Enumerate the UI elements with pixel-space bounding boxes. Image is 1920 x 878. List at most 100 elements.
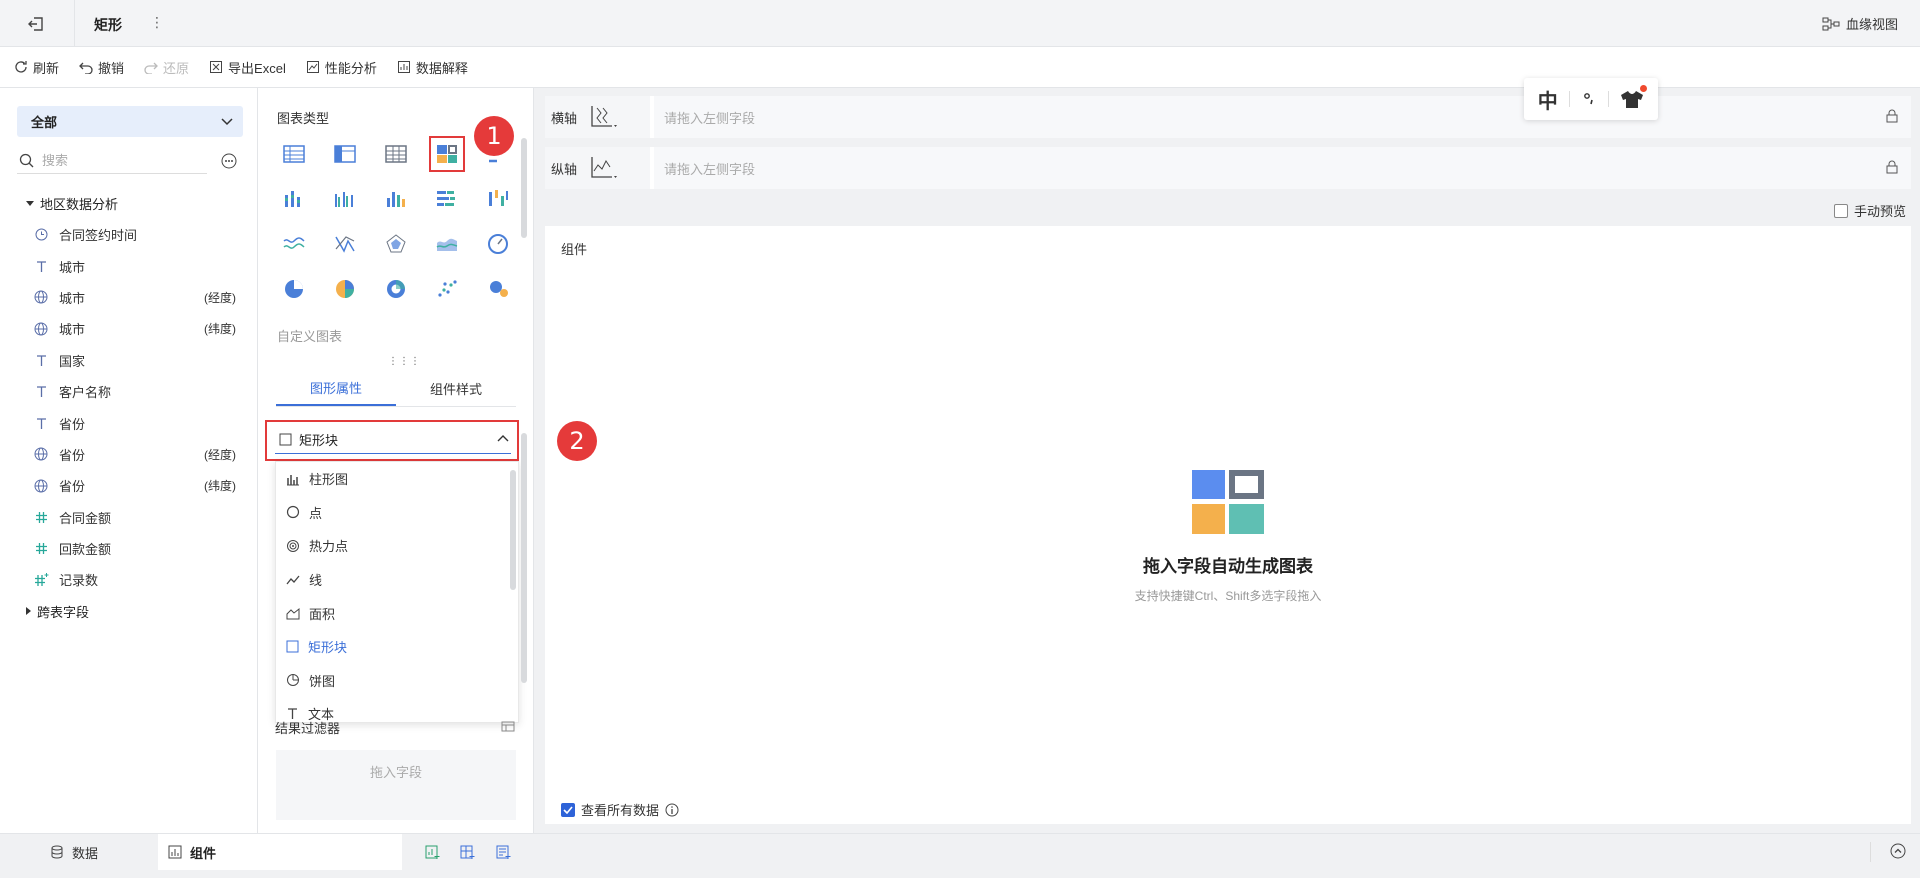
detail-table-icon[interactable] — [378, 136, 414, 172]
calendar-icon[interactable] — [501, 720, 515, 732]
pie-chart-icon[interactable] — [276, 271, 312, 307]
y-axis-label[interactable]: 纵轴 — [545, 147, 650, 189]
radar-chart-icon[interactable] — [378, 226, 414, 262]
area-chart-icon[interactable] — [429, 226, 465, 262]
manual-preview-checkbox[interactable] — [1834, 203, 1848, 218]
dropdown-option-label: 热力点 — [309, 539, 349, 555]
y-axis-icon — [589, 155, 619, 181]
y-axis-drop-zone[interactable]: 请拖入左侧字段 — [650, 147, 1911, 189]
field-item[interactable]: 省份 (经度) — [0, 439, 258, 470]
treemap-placeholder-icon — [1192, 470, 1264, 534]
waterfall-icon[interactable] — [480, 181, 516, 217]
ime-toolbar[interactable]: 中 — [1524, 78, 1658, 120]
x-axis-drop-zone[interactable]: 请拖入左侧字段 — [650, 96, 1911, 138]
dropdown-option[interactable]: 柱形图 — [276, 462, 518, 496]
clock-icon — [33, 228, 49, 241]
dropdown-option[interactable]: 矩形块 — [276, 630, 518, 664]
field-label: 城市 — [59, 259, 86, 275]
view-all-checkbox[interactable] — [561, 802, 575, 817]
drag-handle-icon[interactable]: ⋮⋮⋮ — [388, 356, 421, 367]
ime-language[interactable]: 中 — [1538, 85, 1558, 114]
line-icon — [286, 573, 300, 587]
field-item[interactable]: 城市 (经度) — [0, 282, 258, 313]
dropdown-option-label: 柱形图 — [309, 472, 349, 488]
filter-drop-zone[interactable]: 拖入字段 — [276, 750, 516, 820]
field-label: 回款金额 — [59, 542, 112, 558]
punctuation-icon[interactable] — [1582, 92, 1596, 106]
chart-grid-scrollbar[interactable] — [521, 138, 527, 238]
field-item[interactable]: 城市 (纬度) — [0, 313, 258, 344]
stacked-column-icon[interactable] — [276, 181, 312, 217]
shape-select-field[interactable]: 矩形块 — [275, 426, 511, 454]
bubble-chart-icon[interactable] — [480, 271, 516, 307]
field-item[interactable]: 合同金额 — [0, 502, 258, 533]
lineage-view-label: 血缘视图 — [1845, 17, 1898, 32]
tab-data[interactable]: 数据 — [50, 834, 150, 870]
lock-icon[interactable] — [1885, 109, 1899, 123]
x-axis-label[interactable]: 横轴 — [545, 96, 650, 138]
custom-chart-label[interactable]: 自定义图表 — [277, 326, 342, 345]
treemap-icon[interactable] — [429, 136, 465, 172]
dropdown-option[interactable]: 点 — [276, 496, 518, 530]
lock-icon[interactable] — [1885, 160, 1899, 174]
add-report-icon[interactable] — [496, 844, 512, 860]
search-input[interactable] — [42, 153, 192, 168]
refresh-button[interactable]: 刷新 — [14, 58, 59, 77]
dropdown-option[interactable]: 面积 — [276, 596, 518, 630]
horizontal-bar-icon[interactable] — [429, 181, 465, 217]
column-chart-icon[interactable] — [378, 181, 414, 217]
manual-preview-toggle[interactable]: 手动预览 — [1834, 201, 1906, 220]
component-canvas[interactable]: 组件 拖入字段自动生成图表 支持快捷键Ctrl、Shift多选字段拖入 查看所有… — [545, 226, 1911, 824]
table-icon[interactable] — [276, 136, 312, 172]
dropdown-option[interactable]: 饼图 — [276, 664, 518, 698]
bottom-divider — [1870, 842, 1871, 862]
tab-component[interactable]: 组件 — [158, 834, 402, 870]
tab-component-style[interactable]: 组件样式 — [396, 371, 516, 406]
more-options-icon[interactable] — [221, 153, 237, 169]
performance-button[interactable]: 性能分析 — [306, 58, 377, 77]
tree-group-cross-table[interactable]: 跨表字段 — [0, 596, 258, 627]
tree-group-region-analysis[interactable]: 地区数据分析 — [0, 188, 258, 219]
pivot-table-icon[interactable] — [327, 136, 363, 172]
add-dashboard-icon[interactable] — [460, 844, 476, 860]
field-item[interactable]: 合同签约时间 — [0, 219, 258, 250]
more-icon[interactable]: ⋮ — [150, 14, 164, 31]
dropdown-scrollbar[interactable] — [510, 470, 516, 590]
field-item[interactable]: 国家 — [0, 345, 258, 376]
view-all-data-toggle[interactable]: 查看所有数据 — [561, 800, 679, 819]
panel-scrollbar[interactable] — [521, 433, 527, 683]
skin-icon[interactable] — [1620, 85, 1648, 109]
field-item[interactable]: 省份 (纬度) — [0, 470, 258, 501]
scope-select[interactable]: 全部 — [17, 106, 243, 137]
multi-pie-icon[interactable] — [327, 271, 363, 307]
gauge-icon[interactable] — [480, 226, 516, 262]
info-icon[interactable] — [665, 803, 679, 817]
globe-icon — [33, 322, 49, 336]
lineage-view-button[interactable]: 血缘视图 — [1822, 14, 1898, 33]
field-item[interactable]: 省份 — [0, 407, 258, 438]
line-chart-icon[interactable] — [276, 226, 312, 262]
title-bar: 矩形 ⋮ 血缘视图 — [0, 0, 1920, 47]
field-item[interactable]: 记录数 — [0, 564, 258, 595]
undo-button[interactable]: 撤销 — [79, 58, 124, 77]
export-excel-button[interactable]: 导出Excel — [209, 58, 286, 77]
grouped-column-icon[interactable] — [327, 181, 363, 217]
tab-graph-properties[interactable]: 图形属性 — [276, 371, 396, 406]
redo-button[interactable]: 还原 — [144, 58, 189, 77]
data-explain-button[interactable]: 数据解释 — [397, 58, 468, 77]
search-icon — [19, 153, 34, 168]
exit-icon[interactable] — [26, 14, 46, 34]
radar-line-icon[interactable] — [327, 226, 363, 262]
data-explain-label: 数据解释 — [415, 60, 468, 76]
dropdown-option[interactable]: 线 — [276, 563, 518, 597]
field-item[interactable]: 客户名称 — [0, 376, 258, 407]
shape-type-select[interactable]: 矩形块 — [265, 420, 519, 461]
field-item[interactable]: 城市 — [0, 250, 258, 281]
field-item[interactable]: 回款金额 — [0, 533, 258, 564]
collapse-up-icon[interactable] — [1890, 843, 1906, 859]
donut-chart-icon[interactable] — [378, 271, 414, 307]
add-component-icon[interactable] — [425, 844, 441, 860]
scatter-chart-icon[interactable] — [429, 271, 465, 307]
chart-config-panel: 图表类型 自定义图表 ⋮⋮⋮ 图形属性 组件样式 矩形块 柱形图点热力点线面积矩… — [258, 88, 534, 833]
dropdown-option[interactable]: 热力点 — [276, 529, 518, 563]
